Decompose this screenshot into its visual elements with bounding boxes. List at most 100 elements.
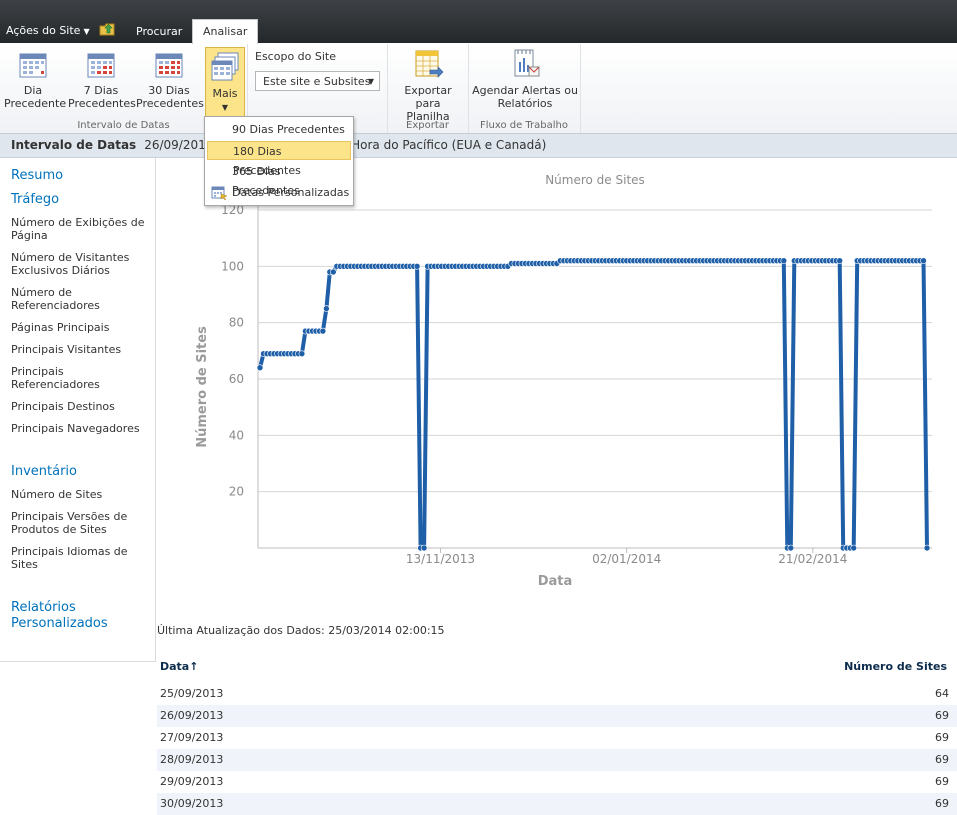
group-fluxo-de-trabalho: Agendar Alertas ou Relatórios Fluxo de T… bbox=[468, 44, 581, 133]
table-cell-date: 29/09/2013 bbox=[160, 775, 224, 788]
table-cell-count: 64 bbox=[935, 687, 949, 700]
chevron-down-icon: ▼ bbox=[221, 103, 229, 112]
exportar-planilha-button[interactable]: Exportar para Planilha bbox=[391, 48, 465, 123]
sidebar-item-versoes-produtos[interactable]: Principais Versões de Produtos de Sites bbox=[11, 510, 151, 536]
table-cell-date: 28/09/2013 bbox=[160, 753, 224, 766]
y-tick-label: 60 bbox=[229, 372, 244, 386]
spreadsheet-export-icon bbox=[415, 50, 444, 78]
sidebar-item-idiomas[interactable]: Principais Idiomas de Sites bbox=[11, 545, 151, 571]
menu-item-180-dias[interactable]: 180 Dias Precedentes bbox=[207, 141, 351, 177]
table-cell-count: 69 bbox=[935, 731, 949, 744]
data-point bbox=[319, 327, 327, 335]
group-label-fluxo: Fluxo de Trabalho bbox=[479, 120, 569, 131]
x-tick-label: 02/01/2014 bbox=[592, 552, 661, 566]
menu-item-datas-personalizadas[interactable]: Datas Personalizadas bbox=[207, 183, 351, 202]
tab-analisar[interactable]: Analisar bbox=[192, 19, 259, 45]
chevron-down-icon: ▼ bbox=[83, 27, 90, 36]
mais-dropdown-menu: 90 Dias Precedentes 180 Dias Precedentes… bbox=[204, 116, 354, 206]
30-dias-line2: Precedentes bbox=[136, 97, 204, 110]
data-point bbox=[923, 544, 931, 552]
data-point bbox=[780, 257, 788, 264]
agendar-line2: Relatórios bbox=[497, 97, 553, 110]
sidebar-item-paginas-principais[interactable]: Páginas Principais bbox=[11, 321, 151, 334]
agendar-line1: Agendar Alertas ou bbox=[472, 84, 578, 97]
mais-label: Mais bbox=[212, 87, 238, 100]
table-cell-date: 30/09/2013 bbox=[160, 797, 224, 810]
table-cell-count: 69 bbox=[935, 709, 949, 722]
x-tick-label: 21/02/2014 bbox=[778, 552, 847, 566]
mais-button[interactable]: Mais ▼ bbox=[205, 47, 245, 117]
site-actions-menu[interactable]: Ações do Site ▼ bbox=[6, 24, 90, 37]
numero-de-sites-chart: Número de Sites2040608010012013/11/2013 0… bbox=[195, 173, 932, 589]
ribbon: Dia Precedente 7 Dias Precedentes 30 Dia… bbox=[0, 44, 957, 134]
group-exportar: Exportar para Planilha Exportar bbox=[387, 44, 469, 133]
table-row: 26/09/2013 69 bbox=[157, 705, 957, 727]
sidebar-item-principais-visitantes[interactable]: Principais Visitantes bbox=[11, 343, 151, 356]
data-point bbox=[298, 350, 306, 357]
group-label-exportar: Exportar bbox=[406, 120, 449, 131]
data-point bbox=[420, 544, 428, 552]
y-tick-label: 80 bbox=[229, 316, 244, 330]
date-column-header: Data bbox=[160, 660, 190, 673]
y-tick-label: 40 bbox=[229, 428, 244, 442]
sidebar-item-principais-referenciadores[interactable]: Principais Referenciadores bbox=[11, 365, 151, 391]
30-dias-precedentes-button[interactable]: 30 Dias Precedentes bbox=[136, 48, 204, 110]
table-row: 29/09/2013 69 bbox=[157, 771, 957, 793]
dia-precedente-button[interactable]: Dia Precedente bbox=[4, 48, 66, 110]
escopo-select[interactable]: Este site e Subsites ▼ bbox=[255, 71, 380, 91]
table-row: 30/09/2013 69 bbox=[157, 793, 957, 815]
date-range-start: 26/09/2013 bbox=[144, 138, 214, 152]
sidebar-item-numero-de-sites[interactable]: Número de Sites bbox=[11, 488, 151, 501]
data-point bbox=[256, 364, 264, 371]
data-point bbox=[413, 263, 421, 270]
date-range-bar: Intervalo de Datas 26/09/2013 0) Hora do … bbox=[0, 134, 957, 158]
exportar-line1: Exportar para bbox=[404, 84, 452, 110]
7-dias-precedentes-button[interactable]: 7 Dias Precedentes bbox=[68, 48, 136, 110]
sidebar-item-exibicoes[interactable]: Número de Exibições de Página bbox=[11, 216, 151, 242]
sidebar-trafego[interactable]: Tráfego bbox=[11, 192, 59, 207]
sidebar-relatorios-personalizados[interactable]: Relatórios Personalizados bbox=[11, 600, 151, 632]
sidebar-item-principais-destinos[interactable]: Principais Destinos bbox=[11, 400, 151, 413]
data-point bbox=[850, 544, 858, 552]
date-range-timezone: 0) Hora do Pacífico (EUA e Canadá) bbox=[335, 138, 547, 152]
count-column-header: Número de Sites bbox=[844, 660, 947, 673]
last-update-text: Última Atualização dos Dados: 25/03/2014… bbox=[157, 624, 445, 637]
sidebar-resumo[interactable]: Resumo bbox=[11, 168, 63, 183]
sidebar-inventario[interactable]: Inventário bbox=[11, 464, 77, 479]
data-point bbox=[330, 268, 337, 276]
site-actions-label: Ações do Site bbox=[6, 24, 81, 37]
7-dias-line1: 7 Dias bbox=[83, 84, 119, 97]
custom-dates-icon bbox=[211, 186, 227, 200]
table-row: 28/09/2013 69 bbox=[157, 749, 957, 771]
navigate-up-icon[interactable] bbox=[99, 22, 115, 36]
sidebar-item-principais-navegadores[interactable]: Principais Navegadores bbox=[11, 422, 151, 435]
chevron-down-icon: ▼ bbox=[367, 77, 374, 86]
tab-procurar[interactable]: Procurar bbox=[126, 20, 192, 43]
agendar-alertas-button[interactable]: Agendar Alertas ou Relatórios bbox=[472, 48, 578, 110]
sidebar-item-referenciadores[interactable]: Número de Referenciadores bbox=[11, 286, 151, 312]
series-line bbox=[258, 258, 929, 550]
data-point bbox=[836, 257, 844, 264]
menu-item-365-dias[interactable]: 365 Dias Precedentes bbox=[207, 162, 351, 197]
7-dias-line2: Precedentes bbox=[68, 97, 136, 110]
calendar-stack-icon bbox=[211, 52, 239, 81]
data-point bbox=[323, 305, 330, 312]
menu-item-90-dias[interactable]: 90 Dias Precedentes bbox=[207, 120, 351, 139]
y-axis-label: Número de Sites bbox=[195, 326, 210, 448]
date-range-label: Intervalo de Datas bbox=[11, 138, 137, 152]
data-point bbox=[787, 544, 795, 552]
calendar-icon bbox=[19, 53, 47, 78]
data-point bbox=[920, 257, 927, 264]
sidebar-item-visitantes-exclusivos[interactable]: Número de Visitantes Exclusivos Diários bbox=[11, 251, 151, 277]
left-navigation: Resumo Tráfego Número de Exibições de Pá… bbox=[0, 158, 156, 662]
calendar-icon bbox=[87, 53, 115, 78]
sort-by-date-header[interactable]: Data↑ bbox=[160, 660, 198, 673]
table-row: 27/09/2013 69 bbox=[157, 727, 957, 749]
table-cell-count: 69 bbox=[935, 797, 949, 810]
menu-item-datas-personalizadas-label: Datas Personalizadas bbox=[232, 186, 350, 199]
x-tick-label: 13/11/2013 bbox=[406, 552, 475, 566]
dia-precedente-line1: Dia bbox=[23, 84, 43, 97]
sort-ascending-icon: ↑ bbox=[189, 660, 199, 673]
table-header: Data↑ Número de Sites bbox=[157, 651, 957, 681]
escopo-do-site-label: Escopo do Site bbox=[255, 50, 336, 63]
